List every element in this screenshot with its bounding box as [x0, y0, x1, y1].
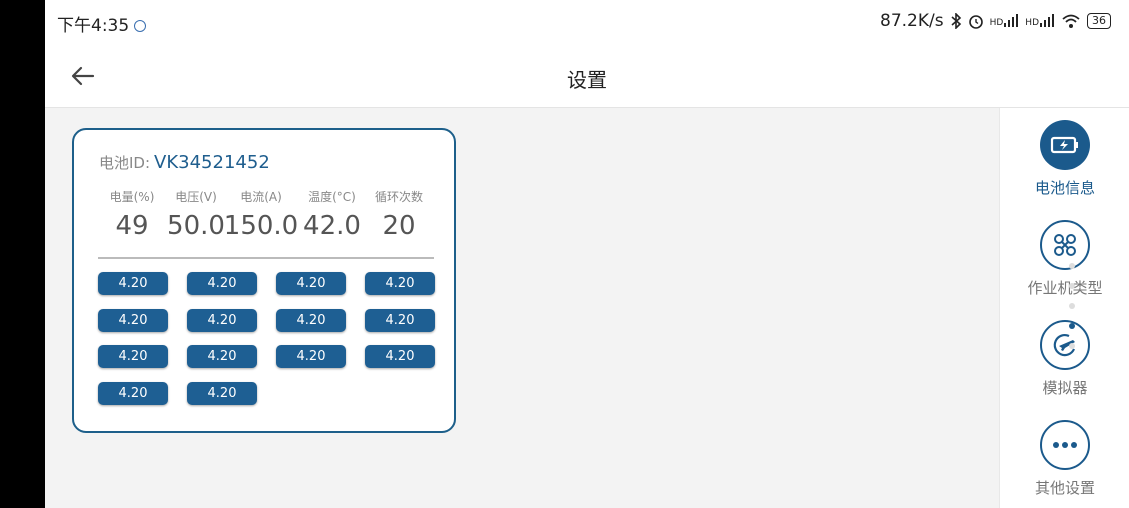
stat-cycles: 循环次数 20	[359, 188, 439, 241]
cell-voltage: 4.20	[98, 345, 168, 368]
page-dot	[1069, 343, 1075, 349]
stat-value: 20	[382, 211, 416, 241]
cell-voltage: 4.20	[276, 309, 346, 332]
sidebar-item-label: 模拟器	[1042, 379, 1088, 397]
page-title: 设置	[567, 68, 607, 92]
battery-card: 电池ID: VK34521452 电量(%) 49 电压(V) 50.0 电流(A…	[72, 128, 456, 433]
page-dot	[1069, 263, 1075, 269]
sidebar-item-other-settings[interactable]: 其他设置	[1000, 420, 1129, 498]
more-icon	[1040, 420, 1090, 470]
battery-charging-icon	[1040, 120, 1090, 170]
cell-voltage: 4.20	[187, 309, 257, 332]
status-time: 下午4:35	[57, 11, 147, 36]
page-dot-active	[1069, 323, 1075, 329]
stat-label: 循环次数	[374, 190, 423, 204]
cell-voltage: 4.20	[98, 382, 168, 405]
cell-voltage: 4.20	[187, 272, 257, 295]
plane-icon	[1040, 320, 1090, 370]
screen: 下午4:35 87.2K/s HD HD 36 设置 电池ID: VK34521…	[45, 0, 1129, 508]
app-bar: 设置	[45, 44, 1129, 108]
cell-voltage: 4.20	[98, 309, 168, 332]
signal-2-label: HD	[1025, 18, 1039, 28]
divider	[98, 257, 434, 259]
wifi-icon	[1062, 14, 1080, 28]
cell-voltage: 4.20	[365, 309, 435, 332]
cell-voltage: 4.20	[187, 382, 257, 405]
sidebar-item-battery-info[interactable]: 电池信息	[1000, 120, 1129, 198]
battery-id: 电池ID: VK34521452	[99, 152, 270, 173]
clock-text: 下午4:35	[57, 16, 130, 36]
page-dot	[1069, 303, 1075, 309]
status-bar: 下午4:35 87.2K/s HD HD 36	[45, 0, 1129, 44]
sidebar-item-label: 作业机类型	[1027, 279, 1103, 297]
cell-voltage: 4.20	[276, 272, 346, 295]
battery-icon: 36	[1087, 13, 1111, 29]
signal-1-label: HD	[989, 18, 1004, 28]
page-indicator	[1067, 263, 1077, 363]
stat-value: 150.0	[223, 211, 299, 241]
status-indicators: 87.2K/s HD HD 36	[880, 11, 1111, 31]
cell-voltage: 4.20	[98, 272, 168, 295]
stat-current: 电流(A) 150.0	[221, 188, 301, 241]
cell-voltage: 4.20	[276, 345, 346, 368]
cell-voltage: 4.20	[365, 272, 435, 295]
alarm-icon	[968, 15, 983, 29]
sidebar-item-simulator[interactable]: 模拟器	[1000, 320, 1129, 398]
bluetooth-icon	[951, 13, 961, 29]
battery-id-label: 电池ID:	[99, 154, 151, 172]
sidebar: 电池信息 作业机类型 模拟器 其他设置	[999, 108, 1129, 508]
sidebar-item-machine-type[interactable]: 作业机类型	[1000, 220, 1129, 298]
stat-label: 电流(A)	[240, 190, 282, 204]
sidebar-item-label: 电池信息	[1034, 179, 1095, 197]
signal-1-icon: HD	[990, 14, 1020, 28]
cell-voltage: 4.20	[187, 345, 257, 368]
signal-2-icon: HD	[1025, 14, 1055, 28]
cell-voltage: 4.20	[365, 345, 435, 368]
drone-icon	[1040, 220, 1090, 270]
sidebar-item-label: 其他设置	[1034, 479, 1095, 497]
network-speed: 87.2K/s	[880, 11, 944, 31]
battery-id-value: VK34521452	[154, 152, 270, 173]
notification-icon	[134, 20, 147, 32]
page-dot	[1069, 283, 1075, 289]
